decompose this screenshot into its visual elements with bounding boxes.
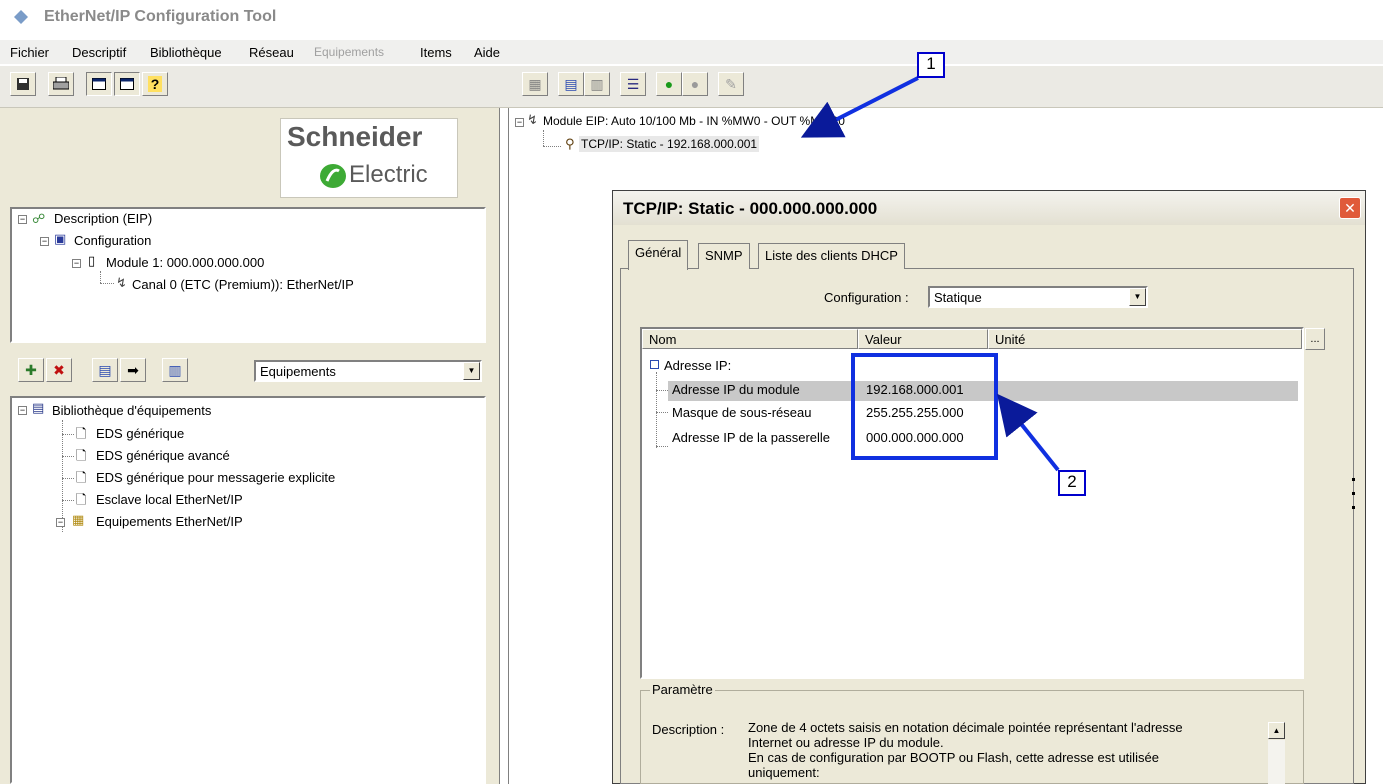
callout-arrow-1 (800, 76, 919, 138)
callout-arrows (800, 76, 1060, 472)
callout-1: 1 (917, 52, 945, 78)
callout-arrow-2 (997, 393, 1060, 472)
callout-2: 2 (1058, 470, 1086, 496)
